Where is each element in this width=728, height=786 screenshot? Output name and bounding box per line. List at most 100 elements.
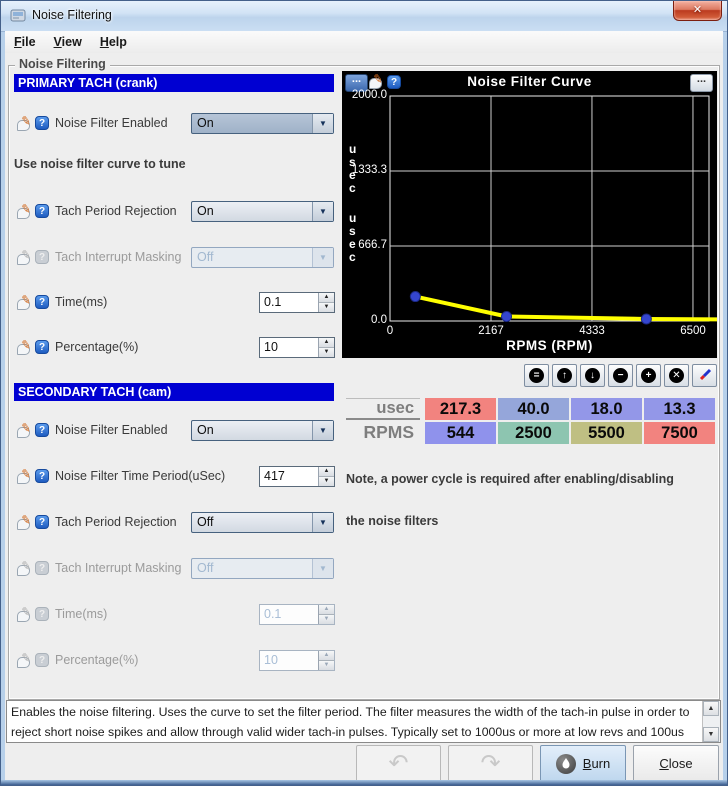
secondary-noise-filter-enabled-combo[interactable]: On ▼ — [191, 420, 334, 441]
spin-up-icon[interactable]: ▲ — [319, 293, 334, 303]
decrement-button[interactable]: − — [608, 364, 633, 387]
close-button[interactable]: Close — [633, 745, 719, 782]
menu-help[interactable]: Help — [91, 33, 136, 51]
help-icon[interactable]: ? — [35, 295, 49, 309]
usec-cell[interactable]: 40.0 — [498, 398, 569, 420]
burn-label: Burn — [583, 756, 610, 771]
pencil-icon — [698, 368, 712, 382]
x-tick: 6500 — [663, 325, 723, 337]
help-icon: ? — [35, 607, 49, 621]
menu-bar: File View Help — [5, 31, 723, 54]
close-window-button[interactable]: ✕ — [673, 1, 722, 21]
spin-down-icon: ▼ — [319, 615, 334, 624]
combo-value: On — [197, 204, 214, 218]
rpms-cell[interactable]: 5500 — [571, 422, 642, 444]
edit-icon[interactable] — [17, 516, 32, 530]
help-icon[interactable]: ? — [35, 116, 49, 130]
edit-icon[interactable] — [17, 117, 32, 131]
minus-icon: − — [613, 368, 628, 383]
spin-up-icon[interactable]: ▲ — [319, 338, 334, 348]
combo-value: Off — [197, 250, 213, 264]
edit-icon[interactable] — [17, 341, 32, 355]
row-primary-noise-filter-enabled: ? Noise Filter Enabled On ▼ — [14, 113, 340, 135]
secondary-tach-period-rejection-combo[interactable]: Off ▼ — [191, 512, 334, 533]
help-icon: ? — [35, 250, 49, 264]
edit-icon[interactable] — [17, 296, 32, 310]
primary-percentage-spinner[interactable]: 10 ▲▼ — [259, 337, 335, 358]
edit-values-button[interactable] — [692, 364, 717, 387]
row-primary-tach-interrupt-masking: ? Tach Interrupt Masking Off ▼ — [14, 247, 340, 269]
scroll-up-icon[interactable]: ▲ — [703, 701, 719, 716]
spin-up-icon[interactable]: ▲ — [319, 467, 334, 477]
spinner-value: 10 — [264, 340, 278, 354]
field-label: Noise Filter Enabled — [55, 423, 168, 437]
help-icon[interactable]: ? — [35, 340, 49, 354]
help-icon[interactable]: ? — [35, 469, 49, 483]
description-scrollbar[interactable]: ▲ ▼ — [702, 701, 720, 742]
curve-plot[interactable] — [342, 71, 717, 358]
shift-down-button[interactable]: ↓ — [580, 364, 605, 387]
usec-cell[interactable]: 13.3 — [644, 398, 715, 420]
edit-icon[interactable] — [17, 205, 32, 219]
spin-down-icon[interactable]: ▼ — [319, 477, 334, 486]
spin-down-icon: ▼ — [319, 661, 334, 670]
edit-icon — [17, 251, 32, 265]
secondary-tach-header: SECONDARY TACH (cam) — [14, 383, 334, 401]
chevron-down-icon: ▼ — [312, 114, 333, 133]
primary-tach-header: PRIMARY TACH (crank) — [14, 74, 334, 92]
edit-icon[interactable] — [17, 470, 32, 484]
primary-time-spinner[interactable]: 0.1 ▲▼ — [259, 292, 335, 313]
menu-view[interactable]: View — [45, 33, 91, 51]
redo-button: ↷ — [448, 745, 533, 782]
row-primary-percentage: ? Percentage(%) 10 ▲▼ — [14, 337, 340, 359]
help-icon: ? — [35, 653, 49, 667]
clear-button[interactable]: ✕ — [664, 364, 689, 387]
arrow-up-icon: ↑ — [557, 368, 572, 383]
increment-button[interactable]: + — [636, 364, 661, 387]
edit-icon[interactable] — [17, 424, 32, 438]
rpms-cell[interactable]: 544 — [425, 422, 496, 444]
group-title: Noise Filtering — [15, 57, 110, 71]
primary-tach-period-rejection-combo[interactable]: On ▼ — [191, 201, 334, 222]
usec-cell[interactable]: 18.0 — [571, 398, 642, 420]
combo-value: On — [197, 423, 214, 437]
spinner-value: 10 — [264, 653, 278, 667]
rpms-cell[interactable]: 7500 — [644, 422, 715, 444]
title-bar[interactable]: Noise Filtering ✕ — [1, 1, 727, 32]
row-secondary-tach-period-rejection: ? Tach Period Rejection Off ▼ — [14, 512, 340, 534]
field-label: Tach Period Rejection — [55, 515, 177, 529]
x-tick: 0 — [360, 325, 420, 337]
curve-table-toolbar: = ↑ ↓ − + ✕ — [342, 363, 717, 387]
secondary-tach-interrupt-masking-combo: Off ▼ — [191, 558, 334, 579]
usec-cell[interactable]: 217.3 — [425, 398, 496, 420]
x-tick: 2167 — [461, 325, 521, 337]
spin-up-icon: ▲ — [319, 605, 334, 615]
spin-down-icon[interactable]: ▼ — [319, 348, 334, 357]
primary-noise-filter-enabled-combo[interactable]: On ▼ — [191, 113, 334, 134]
row-primary-tach-period-rejection: ? Tach Period Rejection On ▼ — [14, 201, 340, 223]
equalize-button[interactable]: = — [524, 364, 549, 387]
spin-down-icon[interactable]: ▼ — [319, 303, 334, 312]
window-title: Noise Filtering — [32, 8, 112, 22]
spinner-value: 417 — [264, 469, 285, 483]
chevron-down-icon: ▼ — [312, 248, 333, 267]
dialog-content: Noise Filtering PRIMARY TACH (crank) ? N… — [5, 53, 723, 782]
help-icon[interactable]: ? — [35, 204, 49, 218]
menu-file[interactable]: File — [5, 33, 45, 51]
field-label: Noise Filter Enabled — [55, 116, 168, 130]
scroll-down-icon[interactable]: ▼ — [703, 727, 719, 742]
burn-button[interactable]: Burn — [540, 745, 626, 782]
y-tick: 1333.3 — [342, 164, 387, 176]
y-axis-label: usec — [349, 212, 360, 264]
field-label: Tach Period Rejection — [55, 204, 177, 218]
row-secondary-noise-filter-time-period: ? Noise Filter Time Period(uSec) 417 ▲▼ — [14, 466, 340, 488]
help-icon[interactable]: ? — [35, 515, 49, 529]
noise-filter-curve-chart[interactable]: Noise Filter Curve ... ? ... usec usec 2… — [342, 71, 717, 358]
spin-up-icon: ▲ — [319, 651, 334, 661]
help-icon[interactable]: ? — [35, 423, 49, 437]
secondary-noise-filter-time-period-spinner[interactable]: 417 ▲▼ — [259, 466, 335, 487]
rpms-cell[interactable]: 2500 — [498, 422, 569, 444]
shift-up-button[interactable]: ↑ — [552, 364, 577, 387]
y-tick: 2000.0 — [342, 89, 387, 101]
row-secondary-tach-interrupt-masking: ? Tach Interrupt Masking Off ▼ — [14, 558, 340, 580]
